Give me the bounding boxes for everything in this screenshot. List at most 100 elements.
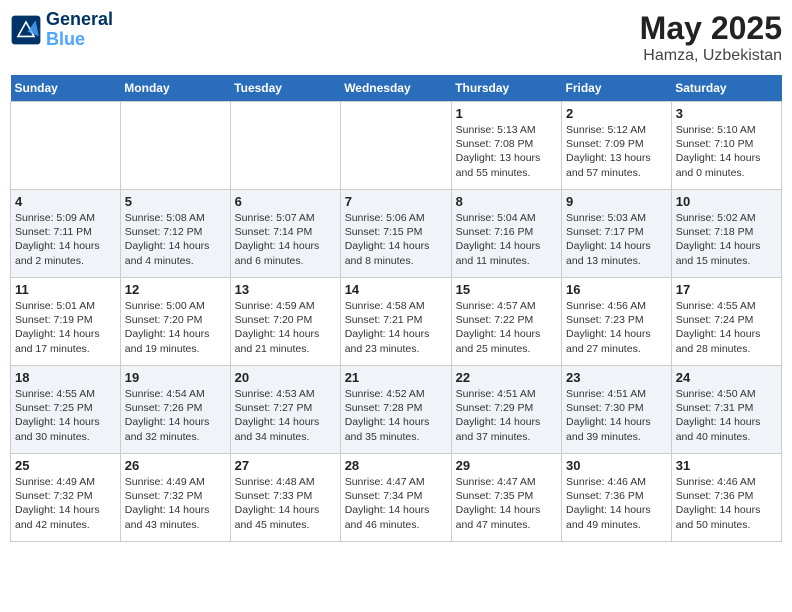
cell-content: Sunrise: 4:46 AMSunset: 7:36 PMDaylight:… (566, 475, 667, 532)
day-header-monday: Monday (120, 75, 230, 102)
day-number: 28 (345, 458, 447, 473)
calendar-cell: 20 Sunrise: 4:53 AMSunset: 7:27 PMDayligh… (230, 366, 340, 454)
day-number: 4 (15, 194, 116, 209)
calendar-cell: 11 Sunrise: 5:01 AMSunset: 7:19 PMDayligh… (11, 278, 121, 366)
day-number: 26 (125, 458, 226, 473)
day-number: 21 (345, 370, 447, 385)
week-row-5: 25Sunrise: 4:49 AMSunset: 7:32 PMDayligh… (11, 454, 782, 542)
calendar-cell: 28 Sunrise: 4:47 AMSunset: 7:34 PMDayligh… (340, 454, 451, 542)
day-number: 16 (566, 282, 667, 297)
calendar-cell: 10Sunrise: 5:02 AMSunset: 7:18 PMDayligh… (671, 190, 781, 278)
calendar-cell: 21Sunrise: 4:52 AMSunset: 7:28 PMDayligh… (340, 366, 451, 454)
title-block: May 2025 Hamza, Uzbekistan (640, 10, 782, 65)
calendar-cell: 14 Sunrise: 4:58 AMSunset: 7:21 PMDayligh… (340, 278, 451, 366)
calendar-cell: 9Sunrise: 5:03 AMSunset: 7:17 PMDaylight… (562, 190, 672, 278)
calendar-cell: 12Sunrise: 5:00 AMSunset: 7:20 PMDayligh… (120, 278, 230, 366)
calendar-cell: 19 Sunrise: 4:54 AMSunset: 7:26 PMDayligh… (120, 366, 230, 454)
logo-icon (10, 14, 42, 46)
cell-content: Sunrise: 4:57 AMSunset: 7:22 PMDaylight:… (456, 299, 557, 356)
calendar-cell: 6 Sunrise: 5:07 AMSunset: 7:14 PMDaylight… (230, 190, 340, 278)
day-number: 3 (676, 106, 777, 121)
cell-content: Sunrise: 5:00 AMSunset: 7:20 PMDaylight:… (125, 299, 226, 356)
calendar-cell: 18 Sunrise: 4:55 AMSunset: 7:25 PMDayligh… (11, 366, 121, 454)
calendar-cell (120, 102, 230, 190)
cell-content: Sunrise: 5:04 AMSunset: 7:16 PMDaylight:… (456, 211, 557, 268)
calendar-cell: 30Sunrise: 4:46 AMSunset: 7:36 PMDayligh… (562, 454, 672, 542)
day-header-wednesday: Wednesday (340, 75, 451, 102)
cell-content: Sunrise: 4:56 AMSunset: 7:23 PMDaylight:… (566, 299, 667, 356)
calendar-cell: 24 Sunrise: 4:50 AMSunset: 7:31 PMDayligh… (671, 366, 781, 454)
cell-content: Sunrise: 4:58 AMSunset: 7:21 PMDaylight:… (345, 299, 447, 356)
day-header-tuesday: Tuesday (230, 75, 340, 102)
day-number: 29 (456, 458, 557, 473)
day-number: 8 (456, 194, 557, 209)
calendar-cell: 23 Sunrise: 4:51 AMSunset: 7:30 PMDayligh… (562, 366, 672, 454)
calendar-table: SundayMondayTuesdayWednesdayThursdayFrid… (10, 75, 782, 542)
cell-content: Sunrise: 4:47 AMSunset: 7:34 PMDaylight:… (345, 475, 447, 532)
calendar-cell (340, 102, 451, 190)
cell-content: Sunrise: 5:03 AMSunset: 7:17 PMDaylight:… (566, 211, 667, 268)
day-number: 15 (456, 282, 557, 297)
calendar-cell: 25Sunrise: 4:49 AMSunset: 7:32 PMDayligh… (11, 454, 121, 542)
calendar-cell: 17 Sunrise: 4:55 AMSunset: 7:24 PMDayligh… (671, 278, 781, 366)
page-header: GeneralBlue May 2025 Hamza, Uzbekistan (10, 10, 782, 65)
day-number: 22 (456, 370, 557, 385)
cell-content: Sunrise: 5:06 AMSunset: 7:15 PMDaylight:… (345, 211, 447, 268)
calendar-cell: 5 Sunrise: 5:08 AMSunset: 7:12 PMDaylight… (120, 190, 230, 278)
day-number: 14 (345, 282, 447, 297)
cell-content: Sunrise: 5:01 AMSunset: 7:19 PMDaylight:… (15, 299, 116, 356)
cell-content: Sunrise: 5:12 AMSunset: 7:09 PMDaylight:… (566, 123, 667, 180)
cell-content: Sunrise: 4:48 AMSunset: 7:33 PMDaylight:… (235, 475, 336, 532)
day-header-sunday: Sunday (11, 75, 121, 102)
week-row-2: 4 Sunrise: 5:09 AMSunset: 7:11 PMDaylight… (11, 190, 782, 278)
calendar-cell: 13Sunrise: 4:59 AMSunset: 7:20 PMDayligh… (230, 278, 340, 366)
day-header-thursday: Thursday (451, 75, 561, 102)
calendar-cell: 7Sunrise: 5:06 AMSunset: 7:15 PMDaylight… (340, 190, 451, 278)
day-number: 17 (676, 282, 777, 297)
cell-content: Sunrise: 4:51 AMSunset: 7:29 PMDaylight:… (456, 387, 557, 444)
cell-content: Sunrise: 4:51 AMSunset: 7:30 PMDaylight:… (566, 387, 667, 444)
day-number: 20 (235, 370, 336, 385)
calendar-cell: 8 Sunrise: 5:04 AMSunset: 7:16 PMDaylight… (451, 190, 561, 278)
cell-content: Sunrise: 5:13 AMSunset: 7:08 PMDaylight:… (456, 123, 557, 180)
cell-content: Sunrise: 4:50 AMSunset: 7:31 PMDaylight:… (676, 387, 777, 444)
day-number: 2 (566, 106, 667, 121)
days-header-row: SundayMondayTuesdayWednesdayThursdayFrid… (11, 75, 782, 102)
cell-content: Sunrise: 4:55 AMSunset: 7:25 PMDaylight:… (15, 387, 116, 444)
day-number: 27 (235, 458, 336, 473)
day-number: 5 (125, 194, 226, 209)
logo-text: GeneralBlue (46, 10, 113, 50)
cell-content: Sunrise: 4:49 AMSunset: 7:32 PMDaylight:… (15, 475, 116, 532)
cell-content: Sunrise: 5:07 AMSunset: 7:14 PMDaylight:… (235, 211, 336, 268)
cell-content: Sunrise: 4:49 AMSunset: 7:32 PMDaylight:… (125, 475, 226, 532)
day-number: 23 (566, 370, 667, 385)
day-number: 31 (676, 458, 777, 473)
week-row-3: 11 Sunrise: 5:01 AMSunset: 7:19 PMDayligh… (11, 278, 782, 366)
calendar-cell: 4 Sunrise: 5:09 AMSunset: 7:11 PMDaylight… (11, 190, 121, 278)
day-number: 6 (235, 194, 336, 209)
cell-content: Sunrise: 5:08 AMSunset: 7:12 PMDaylight:… (125, 211, 226, 268)
cell-content: Sunrise: 4:53 AMSunset: 7:27 PMDaylight:… (235, 387, 336, 444)
calendar-cell: 2 Sunrise: 5:12 AMSunset: 7:09 PMDaylight… (562, 102, 672, 190)
day-number: 24 (676, 370, 777, 385)
calendar-cell: 3 Sunrise: 5:10 AMSunset: 7:10 PMDaylight… (671, 102, 781, 190)
calendar-subtitle: Hamza, Uzbekistan (640, 47, 782, 65)
calendar-cell: 26 Sunrise: 4:49 AMSunset: 7:32 PMDayligh… (120, 454, 230, 542)
day-number: 18 (15, 370, 116, 385)
week-row-4: 18 Sunrise: 4:55 AMSunset: 7:25 PMDayligh… (11, 366, 782, 454)
calendar-cell (11, 102, 121, 190)
cell-content: Sunrise: 5:09 AMSunset: 7:11 PMDaylight:… (15, 211, 116, 268)
day-number: 19 (125, 370, 226, 385)
day-number: 10 (676, 194, 777, 209)
calendar-cell: 22 Sunrise: 4:51 AMSunset: 7:29 PMDayligh… (451, 366, 561, 454)
cell-content: Sunrise: 4:54 AMSunset: 7:26 PMDaylight:… (125, 387, 226, 444)
calendar-cell (230, 102, 340, 190)
day-number: 11 (15, 282, 116, 297)
cell-content: Sunrise: 4:46 AMSunset: 7:36 PMDaylight:… (676, 475, 777, 532)
cell-content: Sunrise: 5:10 AMSunset: 7:10 PMDaylight:… (676, 123, 777, 180)
cell-content: Sunrise: 4:59 AMSunset: 7:20 PMDaylight:… (235, 299, 336, 356)
day-header-friday: Friday (562, 75, 672, 102)
calendar-title: May 2025 (640, 10, 782, 47)
day-number: 1 (456, 106, 557, 121)
cell-content: Sunrise: 4:55 AMSunset: 7:24 PMDaylight:… (676, 299, 777, 356)
